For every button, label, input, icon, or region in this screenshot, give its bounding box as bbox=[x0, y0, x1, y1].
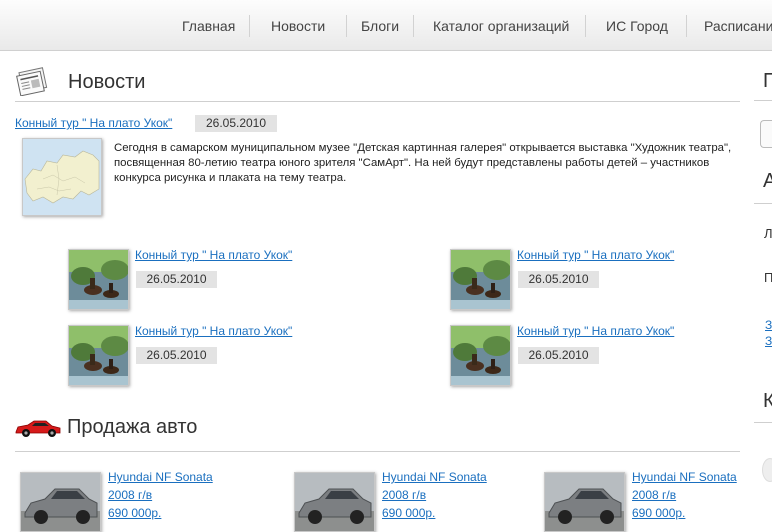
car-price-link[interactable]: 690 000р. bbox=[108, 504, 213, 522]
news-main-date: 26.05.2010 bbox=[195, 115, 277, 132]
news-item-thumbnail[interactable] bbox=[450, 249, 511, 310]
russia-map-image bbox=[23, 139, 101, 215]
right-widget[interactable] bbox=[762, 458, 772, 482]
nav-item-home[interactable]: Главная bbox=[182, 18, 235, 34]
car-icon bbox=[15, 420, 61, 437]
right-search-input[interactable] bbox=[760, 120, 772, 148]
nav-divider bbox=[249, 15, 250, 37]
news-main-link[interactable]: Конный тур " На плато Укок" bbox=[15, 116, 172, 130]
car-thumbnail[interactable] bbox=[544, 472, 625, 532]
map-thumbnail[interactable] bbox=[22, 138, 102, 216]
news-item-date: 26.05.2010 bbox=[136, 271, 217, 288]
car-info: Hyundai NF Sonata 2008 г/в 690 000р. bbox=[108, 468, 213, 522]
news-item-date: 26.05.2010 bbox=[518, 271, 599, 288]
car-year-link[interactable]: 2008 г/в bbox=[632, 486, 737, 504]
right-text-1: Л bbox=[764, 226, 772, 241]
news-item-date: 26.05.2010 bbox=[136, 347, 217, 364]
top-navigation: Главная Новости Блоги Каталог организаци… bbox=[0, 0, 772, 51]
right-divider bbox=[754, 422, 772, 423]
news-item-thumbnail[interactable] bbox=[68, 249, 129, 310]
nav-divider bbox=[585, 15, 586, 37]
right-divider bbox=[754, 100, 772, 101]
car-year-link[interactable]: 2008 г/в bbox=[382, 486, 487, 504]
right-heading-3: К bbox=[763, 390, 772, 412]
nav-divider bbox=[346, 15, 347, 37]
car-photo bbox=[21, 473, 100, 531]
news-item-link[interactable]: Конный тур " На плато Укок" bbox=[135, 248, 292, 262]
news-item-link[interactable]: Конный тур " На плато Укок" bbox=[517, 248, 674, 262]
car-name-link[interactable]: Hyundai NF Sonata bbox=[382, 468, 487, 486]
car-thumbnail[interactable] bbox=[20, 472, 101, 532]
car-price-link[interactable]: 690 000р. bbox=[382, 504, 487, 522]
news-section-title: Новости bbox=[68, 71, 146, 93]
nav-item-schedule[interactable]: Расписание bbox=[704, 18, 772, 34]
nav-divider bbox=[413, 15, 414, 37]
news-item-date: 26.05.2010 bbox=[518, 347, 599, 364]
right-text-2: П bbox=[764, 270, 772, 285]
car-thumbnail[interactable] bbox=[294, 472, 375, 532]
car-year-link[interactable]: 2008 г/в bbox=[108, 486, 213, 504]
nav-item-blogs[interactable]: Блоги bbox=[361, 18, 399, 34]
car-photo bbox=[295, 473, 374, 531]
car-info: Hyundai NF Sonata 2008 г/в 690 000р. bbox=[632, 468, 737, 522]
right-heading-2: А bbox=[763, 170, 772, 192]
right-heading-1: П bbox=[763, 70, 772, 92]
horse-ride-photo bbox=[69, 250, 128, 309]
autos-section-title: Продажа авто bbox=[67, 416, 198, 438]
horse-ride-photo bbox=[69, 326, 128, 385]
autos-divider bbox=[15, 451, 740, 452]
nav-item-catalog[interactable]: Каталог организаций bbox=[433, 18, 569, 34]
newspaper-icon bbox=[16, 67, 48, 96]
car-name-link[interactable]: Hyundai NF Sonata bbox=[632, 468, 737, 486]
horse-ride-photo bbox=[451, 250, 510, 309]
right-divider bbox=[754, 203, 772, 204]
news-item-link[interactable]: Конный тур " На плато Укок" bbox=[517, 324, 674, 338]
car-info: Hyundai NF Sonata 2008 г/в 690 000р. bbox=[382, 468, 487, 522]
car-price-link[interactable]: 690 000р. bbox=[632, 504, 737, 522]
news-item-thumbnail[interactable] bbox=[68, 325, 129, 386]
right-link-2[interactable]: З bbox=[765, 334, 772, 348]
news-item-thumbnail[interactable] bbox=[450, 325, 511, 386]
nav-item-news[interactable]: Новости bbox=[271, 18, 325, 34]
news-main-text: Сегодня в самарском муниципальном музее … bbox=[114, 142, 732, 184]
car-name-link[interactable]: Hyundai NF Sonata bbox=[108, 468, 213, 486]
horse-ride-photo bbox=[451, 326, 510, 385]
news-item-link[interactable]: Конный тур " На плато Укок" bbox=[135, 324, 292, 338]
news-divider bbox=[15, 101, 740, 102]
nav-item-city[interactable]: ИС Город bbox=[606, 18, 668, 34]
nav-divider bbox=[686, 15, 687, 37]
car-photo bbox=[545, 473, 624, 531]
right-link-1[interactable]: З bbox=[765, 318, 772, 332]
